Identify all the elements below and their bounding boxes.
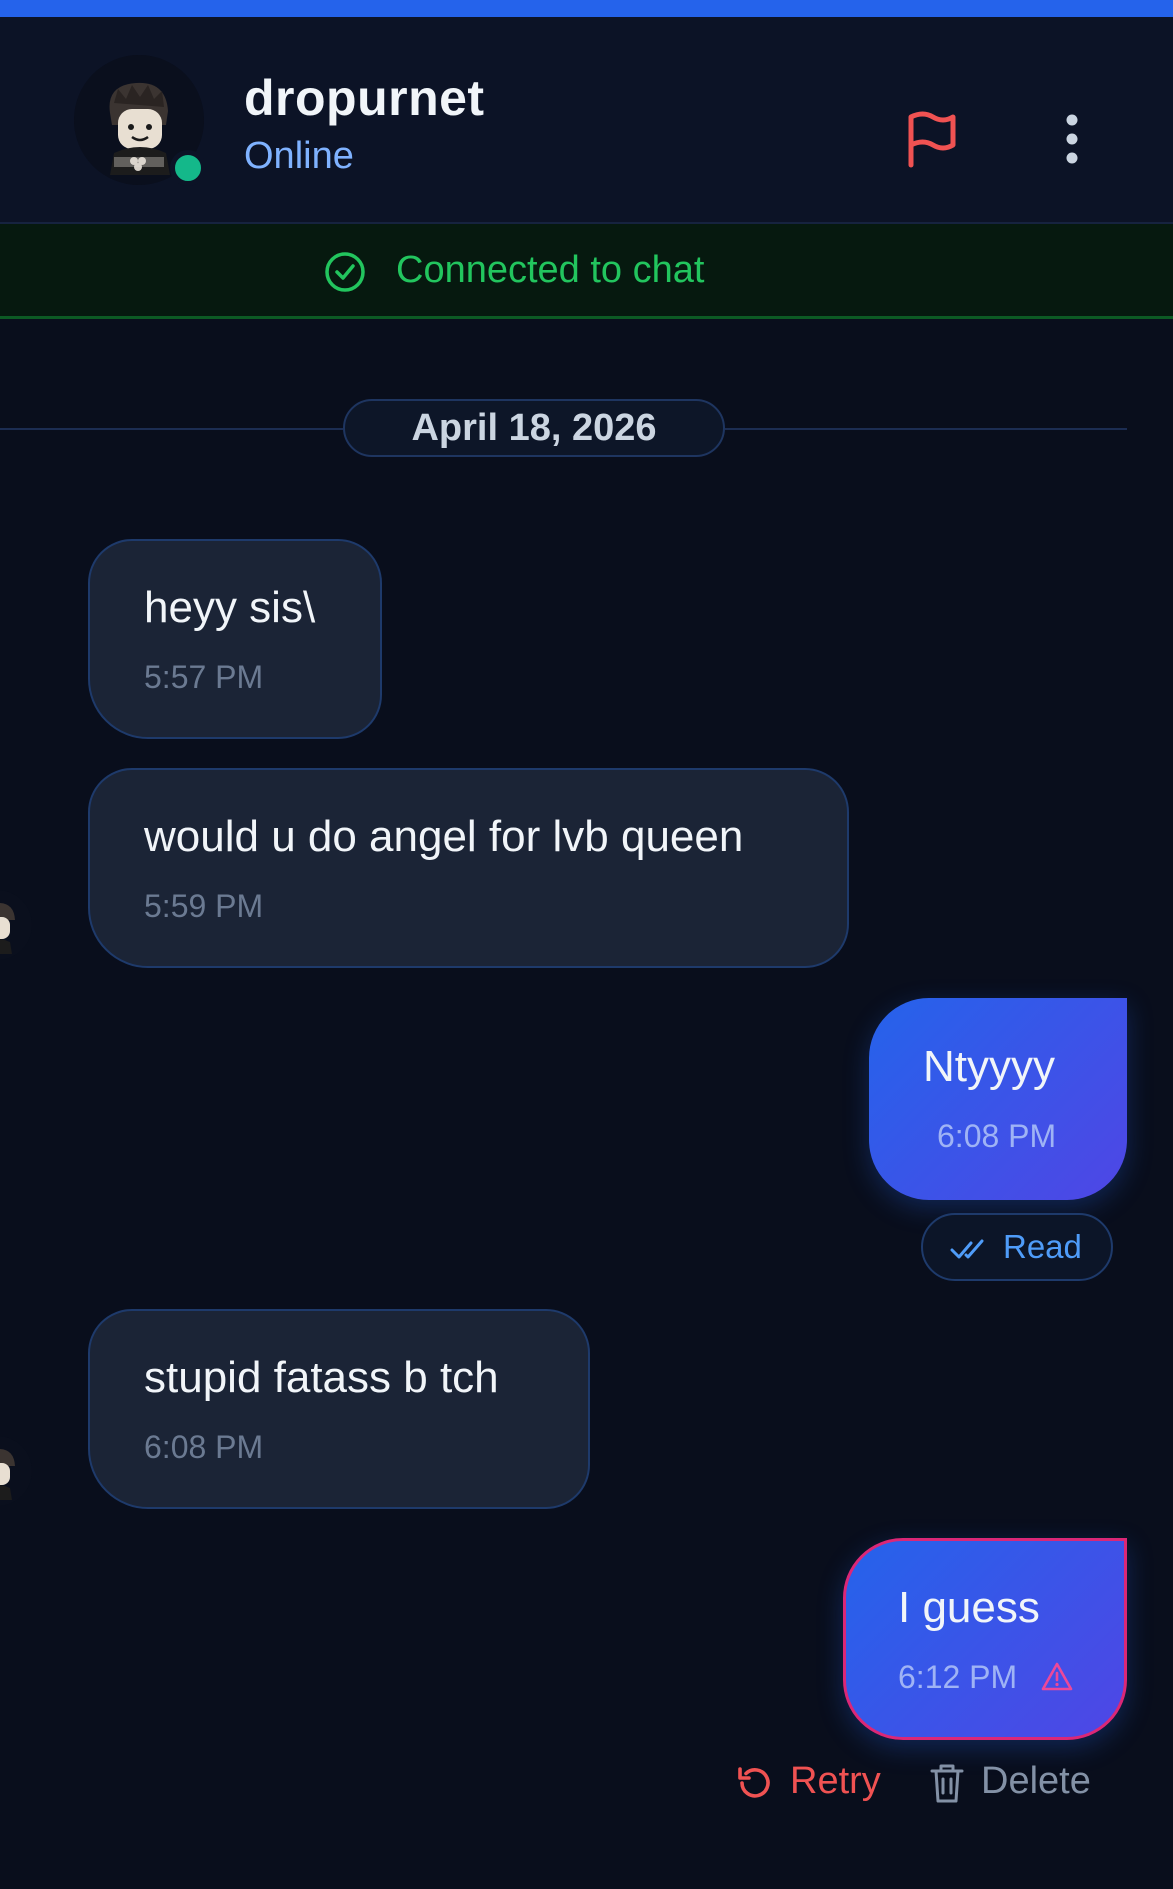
trash-icon	[930, 1764, 964, 1803]
top-accent-bar	[0, 0, 1173, 17]
retry-icon	[738, 1767, 770, 1798]
more-vertical-icon	[1066, 114, 1078, 164]
more-options-button[interactable]	[1050, 109, 1094, 169]
avatar-image	[0, 890, 32, 960]
date-divider-line-left	[0, 428, 343, 430]
message-bubble-incoming[interactable]: would u do angel for lvb queen 5:59 PM	[88, 768, 849, 968]
message-time: 5:57 PM	[144, 659, 264, 695]
connection-banner: Connected to chat	[0, 224, 1173, 319]
read-receipt: Read	[921, 1213, 1113, 1281]
message-time: 6:08 PM	[144, 1429, 264, 1465]
sender-avatar[interactable]	[0, 890, 32, 960]
contact-name[interactable]: dropurnet	[244, 69, 485, 127]
delete-label: Delete	[981, 1760, 1091, 1802]
message-text: Ntyyyy	[923, 1042, 1055, 1091]
connection-status-text: Connected to chat	[396, 249, 705, 291]
read-receipt-label: Read	[1003, 1228, 1082, 1265]
sender-avatar[interactable]	[0, 1436, 32, 1506]
message-bubble-incoming[interactable]: heyy sis\ 5:57 PM	[88, 539, 382, 739]
flag-icon	[908, 111, 956, 168]
report-button[interactable]	[903, 109, 959, 169]
message-time: 6:12 PM	[898, 1659, 1018, 1695]
message-time: 6:08 PM	[937, 1118, 1057, 1154]
message-text: would u do angel for lvb queen	[144, 812, 744, 861]
message-text: I guess	[898, 1583, 1040, 1632]
online-indicator	[170, 150, 206, 186]
date-separator: April 18, 2026	[343, 399, 725, 457]
warning-triangle-icon	[1041, 1662, 1073, 1691]
contact-avatar-wrap[interactable]	[74, 55, 206, 186]
message-text: heyy sis\	[144, 583, 316, 632]
chat-header: dropurnet Online	[0, 17, 1173, 224]
double-check-icon	[950, 1239, 984, 1259]
date-divider-line-right	[725, 428, 1127, 430]
contact-status: Online	[244, 135, 354, 177]
message-text: stupid fatass b tch	[144, 1353, 499, 1402]
message-bubble-incoming[interactable]: stupid fatass b tch 6:08 PM	[88, 1309, 590, 1509]
avatar-image	[0, 1436, 32, 1506]
retry-label: Retry	[790, 1760, 881, 1802]
message-time: 5:59 PM	[144, 888, 264, 924]
chat-screen: dropurnet Online Connected to chat April…	[0, 0, 1173, 1889]
check-circle-icon	[325, 252, 365, 292]
message-bubble-outgoing[interactable]: Ntyyyy 6:08 PM	[869, 998, 1127, 1200]
message-bubble-outgoing-failed[interactable]: I guess 6:12 PM	[843, 1538, 1127, 1740]
